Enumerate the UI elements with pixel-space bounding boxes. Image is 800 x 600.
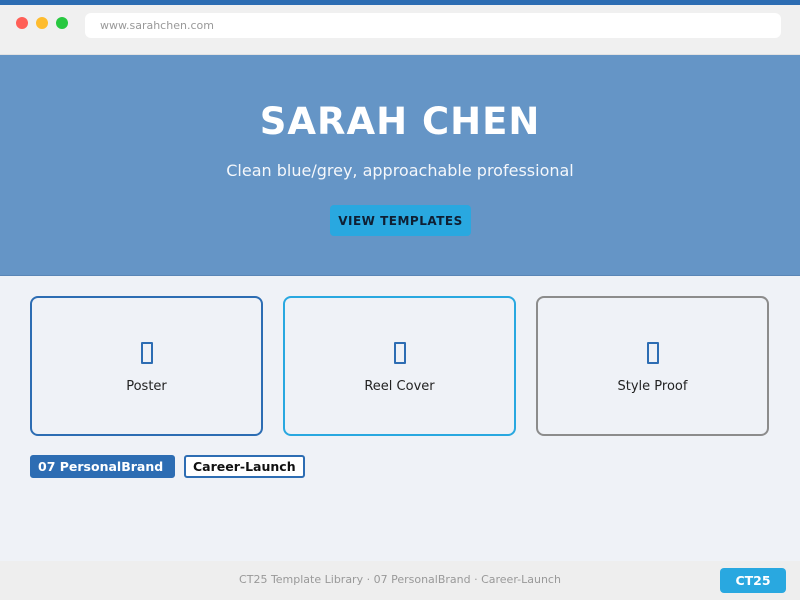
- card-label: Poster: [126, 379, 167, 394]
- template-card-poster[interactable]: Poster: [30, 296, 263, 436]
- template-card-reel-cover[interactable]: Reel Cover: [283, 296, 516, 436]
- card-label: Style Proof: [617, 379, 688, 394]
- footer: CT25 Template Library · 07 PersonalBrand…: [0, 561, 800, 600]
- template-card-style-proof[interactable]: Style Proof: [536, 296, 769, 436]
- tag-career-launch[interactable]: Career-Launch: [184, 455, 305, 478]
- document-icon: [32, 342, 261, 368]
- card-label: Reel Cover: [364, 379, 435, 394]
- minimize-window-button[interactable]: [36, 17, 48, 29]
- browser-toolbar: www.sarahchen.com: [0, 5, 800, 55]
- hero-title: SARAH CHEN: [259, 100, 541, 143]
- view-templates-button[interactable]: VIEW TEMPLATES: [330, 205, 471, 236]
- document-icon: [538, 342, 767, 368]
- tag-personalbrand[interactable]: 07 PersonalBrand: [30, 455, 175, 478]
- close-window-button[interactable]: [16, 17, 28, 29]
- hero-section: SARAH CHEN Clean blue/grey, approachable…: [0, 55, 800, 276]
- document-icon: [285, 342, 514, 368]
- footer-badge: CT25: [720, 568, 786, 593]
- maximize-window-button[interactable]: [56, 17, 68, 29]
- footer-text: CT25 Template Library · 07 PersonalBrand…: [239, 573, 561, 586]
- address-bar[interactable]: www.sarahchen.com: [85, 13, 781, 38]
- hero-subtitle: Clean blue/grey, approachable profession…: [226, 161, 574, 180]
